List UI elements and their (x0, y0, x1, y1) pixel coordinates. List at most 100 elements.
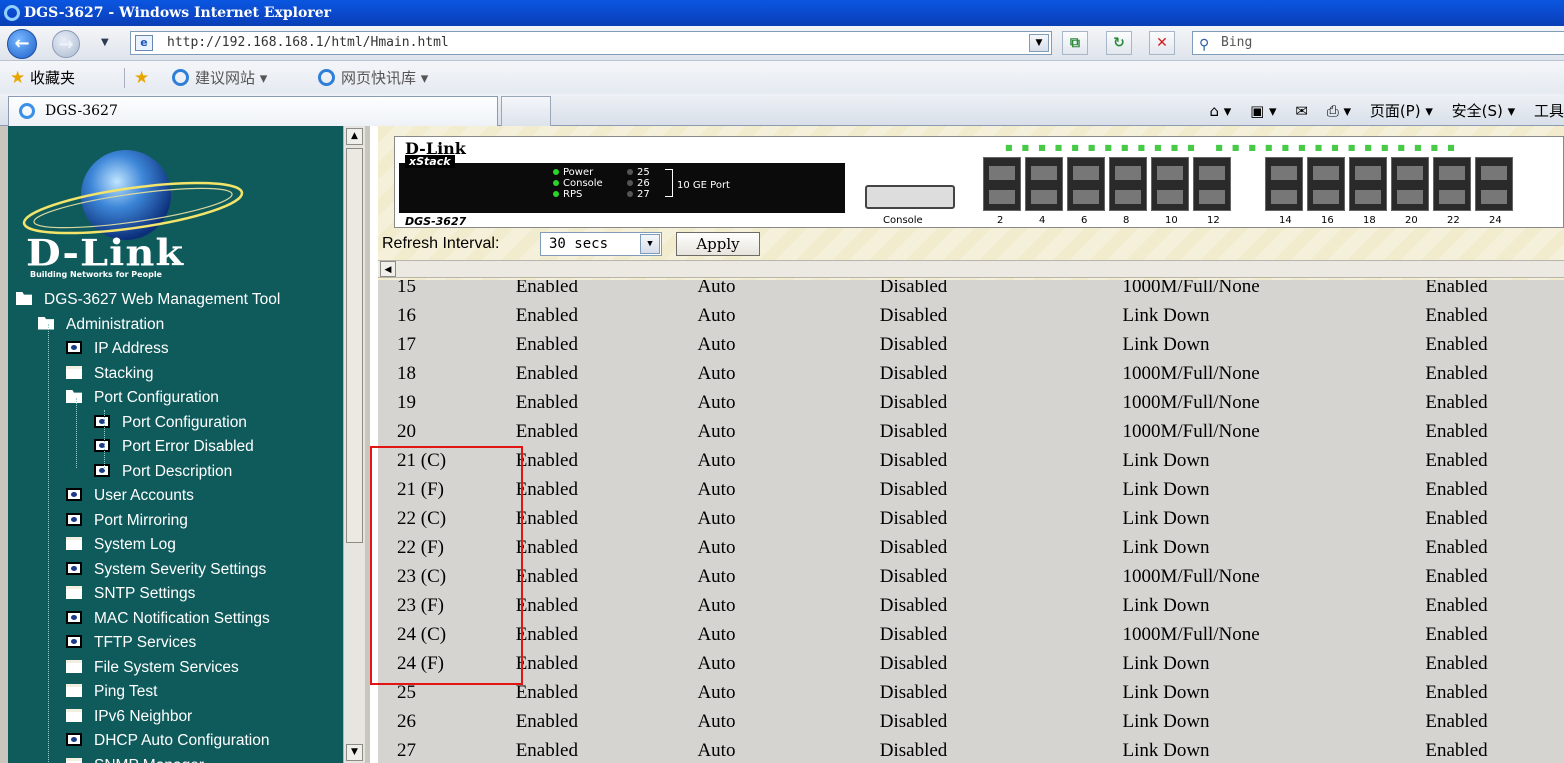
ethernet-port-icon[interactable] (1433, 157, 1471, 211)
tree-item[interactable]: SNTP Settings (66, 582, 195, 606)
table-cell: Auto (697, 652, 736, 674)
console-port-icon[interactable] (865, 185, 955, 209)
ethernet-port-icon[interactable] (1067, 157, 1105, 211)
suggested-sites-link[interactable]: 建议网站 ▾ (172, 68, 267, 88)
table-cell: 1000M/Full/None (1122, 623, 1260, 645)
ethernet-port-icon[interactable] (1349, 157, 1387, 211)
table-cell: 1000M/Full/None (1122, 420, 1260, 442)
table-cell: Enabled (1425, 739, 1488, 761)
tree-item[interactable]: Port Error Disabled (94, 435, 254, 459)
tree-item[interactable]: TFTP Services (66, 631, 196, 655)
page-icon (66, 733, 82, 746)
tree-item[interactable]: Port Configuration (66, 386, 219, 410)
port-number: 20 (1405, 215, 1418, 226)
console-led-icon (553, 180, 559, 186)
tree-item[interactable]: File System Services (66, 656, 239, 680)
table-cell: Enabled (1425, 536, 1488, 558)
history-dropdown-icon[interactable]: ▼ (101, 37, 109, 48)
web-slice-gallery-link[interactable]: 网页快讯库 ▾ (318, 68, 428, 88)
tree-item-label: Port Mirroring (94, 511, 188, 529)
table-cell: Enabled (1425, 623, 1488, 645)
table-cell: 1000M/Full/None (1122, 280, 1260, 297)
add-favorites-button[interactable]: ★ (134, 68, 149, 88)
ethernet-port-icon[interactable] (1025, 157, 1063, 211)
tree-item[interactable]: User Accounts (66, 484, 194, 508)
tree-connector (76, 398, 77, 468)
tree-item[interactable]: IP Address (66, 337, 169, 361)
tree-item[interactable]: Port Configuration (94, 411, 247, 435)
port-number: 14 (1279, 215, 1292, 226)
tree-item[interactable]: DHCP Auto Configuration (66, 729, 269, 753)
ethernet-port-icon[interactable] (1307, 157, 1345, 211)
table-cell: Disabled (879, 623, 948, 645)
tree-connector (48, 324, 49, 763)
scroll-down-icon[interactable]: ▼ (346, 744, 363, 761)
table-cell: Auto (697, 681, 736, 703)
page-icon (94, 439, 110, 452)
tree-item[interactable]: Administration (38, 313, 164, 337)
address-bar[interactable]: e http://192.168.168.1/html/Hmain.html ▼ (130, 31, 1052, 55)
window-title-bar[interactable]: DGS-3627 - Windows Internet Explorer (0, 0, 1564, 26)
table-cell: Disabled (879, 391, 948, 413)
url-text[interactable]: http://192.168.168.1/html/Hmain.html (167, 34, 449, 52)
navigation-scrollbar[interactable]: ▲ ▼ (343, 126, 365, 763)
tree-item[interactable]: System Severity Settings (66, 558, 266, 582)
feeds-icon[interactable]: ▣ ▾ (1250, 102, 1276, 120)
table-cell: Enabled (515, 710, 578, 732)
tree-item[interactable]: System Log (66, 533, 176, 557)
suggested-sites-label: 建议网站 ▾ (195, 69, 268, 87)
tree-item[interactable]: Port Mirroring (66, 509, 188, 533)
page-menu[interactable]: 页面(P) ▾ (1370, 102, 1433, 120)
table-cell: Auto (697, 304, 736, 326)
tree-item[interactable]: Ping Test (66, 680, 157, 704)
tree-item[interactable]: Stacking (66, 362, 153, 386)
ethernet-port-icon[interactable] (1391, 157, 1429, 211)
tree-item[interactable]: DGS-3627 Web Management Tool (16, 288, 280, 312)
mail-icon[interactable]: ✉ (1295, 102, 1308, 120)
back-button[interactable]: ← (7, 29, 37, 59)
table-cell: Link Down (1122, 478, 1210, 500)
table-cell: Disabled (879, 478, 948, 500)
address-dropdown-icon[interactable]: ▼ (1029, 34, 1049, 52)
favorites-button[interactable]: ★ 收藏夹 (10, 68, 75, 88)
page-icon (66, 635, 82, 648)
forward-button[interactable]: → (52, 30, 80, 58)
apply-button[interactable]: Apply (676, 232, 760, 256)
ethernet-port-icon[interactable] (1475, 157, 1513, 211)
frame-border (0, 126, 8, 763)
table-cell: Enabled (1425, 594, 1488, 616)
safety-menu[interactable]: 安全(S) ▾ (1452, 102, 1516, 120)
folder-icon (66, 365, 82, 379)
ethernet-port-icon[interactable] (1193, 157, 1231, 211)
new-tab-button[interactable] (501, 96, 551, 126)
tab-dgs-3627[interactable]: DGS-3627 (8, 96, 498, 126)
home-icon[interactable]: ⌂ ▾ (1210, 102, 1232, 120)
ethernet-port-icon[interactable] (1109, 157, 1147, 211)
scroll-up-icon[interactable]: ▲ (346, 128, 363, 145)
chevron-down-icon[interactable]: ▼ (640, 234, 660, 254)
table-cell: Enabled (515, 739, 578, 761)
tree-item[interactable]: Port Description (94, 460, 232, 484)
port-leds: ■■■■■■■■■■■■ ■■■■■■■■■■■■■■■ (1005, 143, 1464, 152)
ethernet-port-icon[interactable] (1265, 157, 1303, 211)
scroll-left-icon[interactable]: ◀ (380, 261, 396, 277)
scrollbar-thumb[interactable] (346, 148, 363, 543)
port-number: 18 (1363, 215, 1376, 226)
ie-page-icon (318, 69, 335, 86)
stop-icon[interactable]: ✕ (1149, 31, 1175, 55)
ethernet-port-icon[interactable] (983, 157, 1021, 211)
refresh-icon[interactable]: ↻ (1106, 31, 1132, 55)
tree-item-label: DHCP Auto Configuration (94, 732, 270, 749)
compatibility-view-icon[interactable]: ⧉ (1062, 31, 1088, 55)
tree-item[interactable]: SNMP Manager (66, 754, 204, 763)
horizontal-scrollbar[interactable]: ◀ (378, 260, 1564, 278)
tools-menu[interactable]: 工具 (1534, 102, 1564, 120)
table-cell: Enabled (1425, 449, 1488, 471)
dlink-logo: D-Link (26, 232, 185, 275)
tree-item[interactable]: MAC Notification Settings (66, 607, 270, 631)
refresh-interval-select[interactable]: 30 secs ▼ (540, 232, 662, 256)
tree-item[interactable]: IPv6 Neighbor (66, 705, 192, 729)
ethernet-port-icon[interactable] (1151, 157, 1189, 211)
print-icon[interactable]: ⎙ ▾ (1327, 102, 1351, 120)
search-input[interactable]: ⚲ Bing (1192, 31, 1564, 55)
